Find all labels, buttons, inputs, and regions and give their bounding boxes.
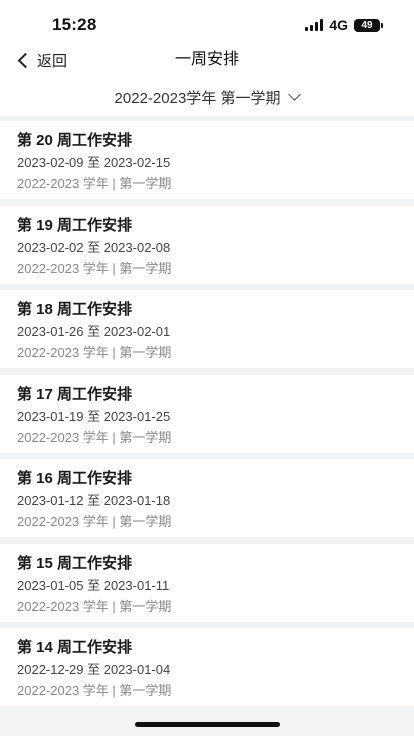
week-title: 第 14 周工作安排 (17, 639, 133, 656)
term-selector[interactable]: 2022-2023学年 第一学期 (0, 78, 414, 116)
week-term: 2022-2023 学年 | 第一学期 (17, 176, 172, 191)
week-date-range: 2022-12-29 至 2023-01-04 (17, 662, 171, 677)
week-date-range: 2023-01-19 至 2023-01-25 (17, 408, 171, 424)
list-item[interactable]: 第 20 周工作安排 2023-02-09 至 2023-02-15 2022-… (0, 121, 414, 199)
status-indicators: 4G 49 (305, 17, 383, 33)
list-item[interactable]: 第 15 周工作安排 2023-01-05 至 2023-01-11 2022-… (0, 543, 414, 622)
week-title: 第 18 周工作安排 (17, 301, 133, 318)
nav-bar: 一周安排 返回 (0, 50, 414, 78)
list-item[interactable]: 第 17 周工作安排 2023-01-19 至 2023-01-25 2022-… (0, 374, 414, 453)
status-bar: 15:28 4G 49 (0, 0, 414, 50)
week-term: 2022-2023 学年 | 第一学期 (17, 514, 172, 529)
list-item[interactable]: 第 19 周工作安排 2023-02-02 至 2023-02-08 2022-… (0, 205, 414, 284)
week-title: 第 17 周工作安排 (17, 385, 133, 403)
week-date-range: 2023-01-05 至 2023-01-11 (17, 577, 170, 593)
week-term: 2022-2023 学年 | 第一学期 (17, 260, 172, 276)
week-title: 第 19 周工作安排 (17, 216, 133, 234)
week-date-range: 2023-01-26 至 2023-02-01 (17, 324, 171, 339)
week-date-range: 2023-02-02 至 2023-02-08 (17, 239, 171, 255)
back-button[interactable]: 返回 (16, 50, 67, 70)
screen: 15:28 4G 49 一周安排 返回 2022-2023学年 第一学期 第 2… (0, 0, 414, 736)
week-title: 第 20 周工作安排 (17, 132, 133, 149)
week-term: 2022-2023 学年 | 第一学期 (17, 598, 172, 614)
week-title: 第 15 周工作安排 (17, 554, 133, 572)
status-time: 15:28 (52, 15, 97, 34)
battery-icon: 49 (354, 18, 383, 32)
week-date-range: 2023-01-12 至 2023-01-18 (17, 493, 171, 508)
week-term: 2022-2023 学年 | 第一学期 (17, 345, 172, 360)
signal-icon (305, 19, 324, 31)
home-indicator[interactable] (135, 722, 280, 727)
week-term: 2022-2023 学年 | 第一学期 (17, 683, 172, 698)
chevron-down-icon (288, 88, 302, 101)
list-item[interactable]: 第 18 周工作安排 2023-01-26 至 2023-02-01 2022-… (0, 290, 414, 368)
back-label: 返回 (37, 52, 68, 70)
term-label: 2022-2023学年 第一学期 (114, 89, 281, 107)
week-term: 2022-2023 学年 | 第一学期 (17, 429, 172, 445)
list-item[interactable]: 第 14 周工作安排 2022-12-29 至 2023-01-04 2022-… (0, 628, 414, 706)
week-title: 第 16 周工作安排 (17, 470, 133, 487)
chevron-left-icon (17, 52, 34, 68)
week-list: 第 20 周工作安排 2023-02-09 至 2023-02-15 2022-… (0, 116, 414, 706)
week-date-range: 2023-02-09 至 2023-02-15 (17, 155, 171, 170)
list-item[interactable]: 第 16 周工作安排 2023-01-12 至 2023-01-18 2022-… (0, 459, 414, 537)
network-label: 4G (329, 17, 348, 33)
